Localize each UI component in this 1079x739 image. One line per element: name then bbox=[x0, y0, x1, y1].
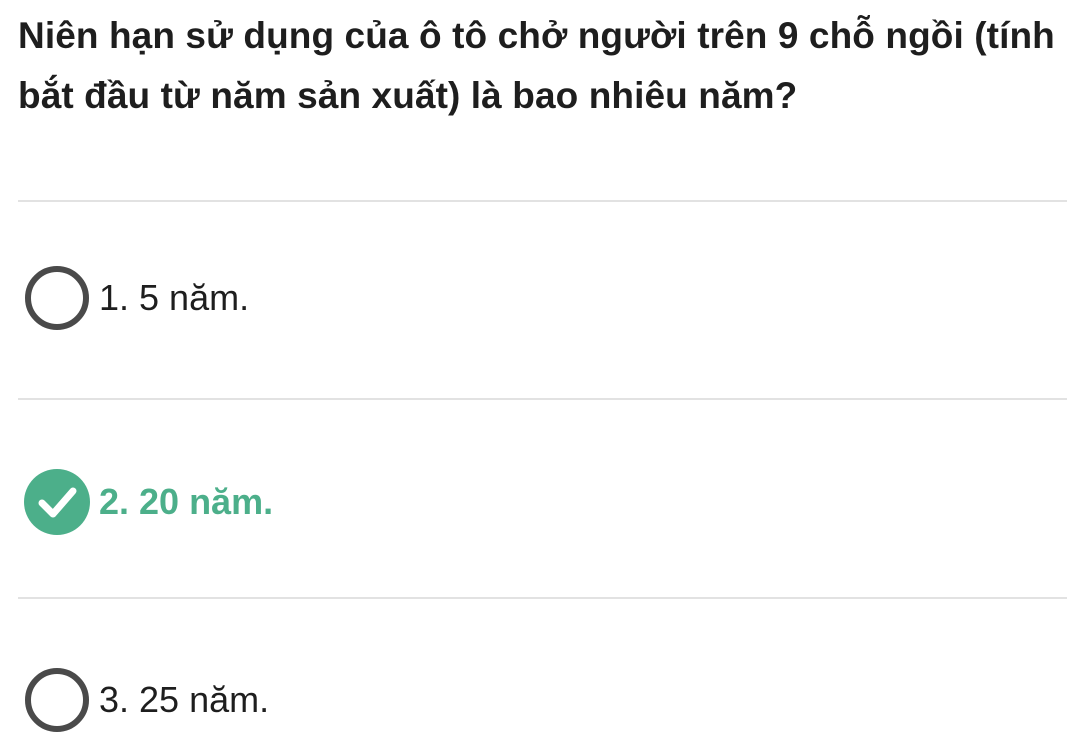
question-text: Niên hạn sử dụng của ô tô chở người trên… bbox=[18, 15, 1055, 116]
divider bbox=[18, 597, 1067, 599]
check-circle-icon[interactable] bbox=[23, 467, 93, 537]
answer-option-1[interactable]: 1. 5 năm. bbox=[23, 263, 1053, 333]
divider bbox=[18, 398, 1067, 400]
answer-option-label: 1. 5 năm. bbox=[99, 277, 250, 318]
divider bbox=[18, 200, 1067, 202]
answer-option-2[interactable]: 2. 20 năm. bbox=[23, 467, 1053, 537]
radio-empty-icon[interactable] bbox=[23, 263, 93, 333]
answer-option-3[interactable]: 3. 25 năm. bbox=[23, 665, 1053, 735]
radio-empty-icon[interactable] bbox=[23, 665, 93, 735]
answer-option-label: 3. 25 năm. bbox=[99, 679, 270, 720]
answer-option-label: 2. 20 năm. bbox=[99, 481, 274, 522]
